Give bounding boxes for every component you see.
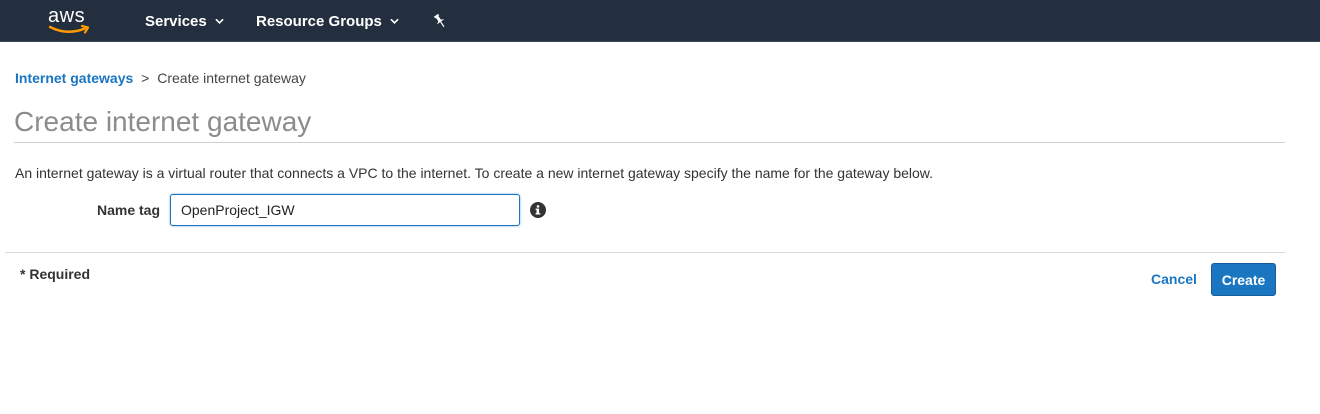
page-description: An internet gateway is a virtual router … bbox=[15, 165, 934, 181]
title-divider bbox=[14, 142, 1285, 143]
pin-icon[interactable] bbox=[432, 13, 448, 29]
breadcrumb-current: Create internet gateway bbox=[157, 70, 306, 86]
top-navigation-bar: aws Services Resource Groups bbox=[0, 0, 1320, 42]
required-note: * Required bbox=[20, 266, 91, 282]
services-menu-label: Services bbox=[145, 12, 207, 30]
footer-divider bbox=[5, 252, 1285, 253]
chevron-down-icon bbox=[390, 18, 399, 24]
breadcrumb: Internet gateways > Create internet gate… bbox=[15, 70, 306, 86]
cancel-button[interactable]: Cancel bbox=[1151, 271, 1197, 287]
breadcrumb-separator: > bbox=[141, 70, 150, 86]
resource-groups-menu-label: Resource Groups bbox=[256, 12, 382, 30]
breadcrumb-internet-gateways-link[interactable]: Internet gateways bbox=[15, 70, 133, 86]
info-icon[interactable] bbox=[530, 202, 546, 218]
chevron-down-icon bbox=[215, 18, 224, 24]
services-menu[interactable]: Services bbox=[145, 0, 224, 42]
aws-logo[interactable]: aws bbox=[46, 4, 94, 36]
page-title: Create internet gateway bbox=[14, 106, 312, 137]
resource-groups-menu[interactable]: Resource Groups bbox=[256, 0, 399, 42]
name-tag-label: Name tag bbox=[97, 202, 161, 218]
aws-smile-icon bbox=[48, 24, 90, 34]
name-tag-input[interactable] bbox=[170, 194, 520, 226]
create-button[interactable]: Create bbox=[1211, 263, 1276, 296]
aws-logo-text: aws bbox=[48, 5, 86, 27]
